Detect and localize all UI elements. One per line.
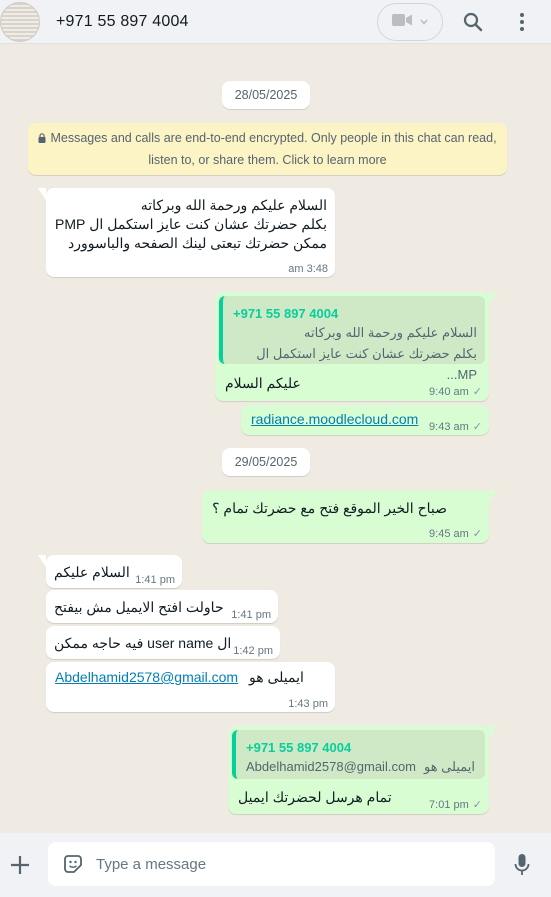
date-divider: 29/05/2025 [222,448,310,476]
message-bubble-outgoing[interactable]: صباح الخير الموقع فتح مع حضرتك تمام ؟ 9:… [202,490,489,543]
message-bubble-incoming[interactable]: حاولت افتح الايميل مش بيفتح 1:41 pm [46,590,278,623]
message-text: حاولت افتح الايميل مش بيفتح [54,599,224,615]
notice-line: listen to, or share them. Click to learn… [148,153,387,167]
message-time: 7:01 pm [429,799,469,811]
contact-name[interactable]: +971 55 897 4004 [56,13,189,31]
quoted-sender: +971 55 897 4004 [246,740,352,755]
message-bubble-outgoing[interactable]: +971 55 897 4004 Abdelhamid2578@gmail.co… [228,726,489,814]
bubble-tail [489,490,497,502]
date-label: 28/05/2025 [234,88,298,102]
message-time: 3:48 am [288,263,328,275]
message-time: 9:40 am [429,386,469,398]
message-link[interactable]: Abdelhamid2578@gmail.com [55,668,238,687]
video-camera-icon [391,12,413,33]
message-bubble-incoming[interactable]: Abdelhamid2578@gmail.com ايميلى هو 1:43 … [46,662,335,712]
message-bubble-incoming[interactable]: السلام عليكم 1:41 pm [46,555,182,588]
quoted-text: ايميلى هو [424,759,475,774]
date-divider: 28/05/2025 [222,81,310,109]
search-icon[interactable] [461,10,485,34]
notice-line: Messages and calls are end-to-end encryp… [50,131,497,145]
double-check-icon: ✓ [472,421,482,433]
message-time: 9:45 am [429,528,469,540]
chevron-down-icon [419,13,429,31]
message-input[interactable] [96,855,456,873]
message-bubble-outgoing[interactable]: +971 55 897 4004 السلام عليكم ورحمة الله… [215,292,489,401]
plus-icon[interactable] [9,854,31,876]
double-check-icon: ✓ [472,386,482,398]
bubble-tail [38,188,46,200]
message-text-line: بكلم حضرتك عشان كنت عايز استكمل ال PMP [55,216,327,232]
double-check-icon: ✓ [472,799,482,811]
composer-bar [0,833,551,897]
message-text: عليكم السلام [225,375,301,391]
message-text-line: السلام عليكم ورحمة الله وبركاته [140,197,327,213]
encryption-notice[interactable]: Messages and calls are end-to-end encryp… [28,123,507,175]
lock-icon [38,129,46,150]
message-text-line: ممكن حضرتك تبعتى لينك الصفحه والباسوورد [68,235,327,251]
message-time: 1:41 pm [135,574,175,586]
message-time: 1:43 pm [288,698,328,710]
date-label: 29/05/2025 [234,455,298,469]
sticker-icon[interactable] [62,853,84,875]
message-time: 1:42 pm [233,645,273,657]
message-bubble-outgoing[interactable]: radiance.moodlecloud.com 9:43 am ✓ [241,405,489,435]
message-list[interactable]: 28/05/2025 Messages and calls are end-to… [0,45,551,833]
message-time: 9:43 am [429,421,469,433]
message-text: تمام هرسل لحضرتك ايميل [238,789,392,805]
message-time: 1:41 pm [231,609,271,621]
message-text: ايميلى هو [249,669,304,685]
quoted-sender: +971 55 897 4004 [233,306,339,321]
message-text: ال user name فيه حاجه ممكن [54,635,232,651]
contact-avatar[interactable] [0,1,40,42]
message-link[interactable]: radiance.moodlecloud.com [251,410,418,429]
bubble-tail [38,555,46,567]
chat-header: +971 55 897 4004 [0,0,551,44]
bubble-tail [489,726,497,738]
double-check-icon: ✓ [472,528,482,540]
quoted-link: Abdelhamid2578@gmail.com [246,759,417,774]
quoted-message[interactable]: +971 55 897 4004 السلام عليكم ورحمة الله… [219,296,485,382]
message-bubble-incoming[interactable]: ال user name فيه حاجه ممكن 1:42 pm [46,626,280,659]
message-text: صباح الخير الموقع فتح مع حضرتك تمام ؟ [212,500,447,516]
message-composer[interactable] [48,842,495,886]
vertical-dots-icon[interactable] [510,10,534,34]
quoted-message[interactable]: +971 55 897 4004 Abdelhamid2578@gmail.co… [232,730,485,779]
message-text: السلام عليكم [54,564,130,580]
microphone-icon[interactable] [514,853,530,877]
quoted-text-line: السلام عليكم ورحمة الله وبركاته [304,325,477,340]
video-call-button[interactable] [377,3,443,41]
bubble-tail [489,292,497,304]
message-bubble-incoming[interactable]: السلام عليكم ورحمة الله وبركاته بكلم حضر… [46,188,335,277]
